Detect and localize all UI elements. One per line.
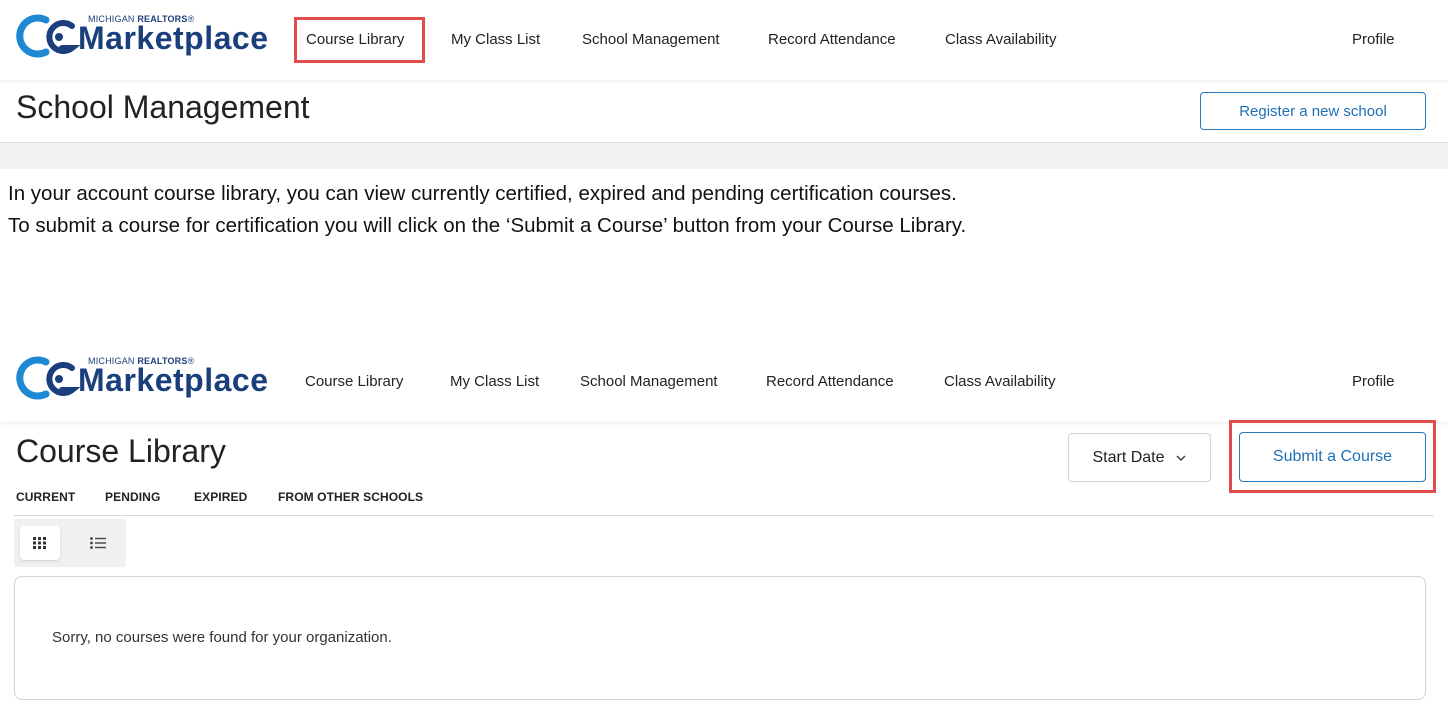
empty-courses-card: Sorry, no courses were found for your or… — [14, 576, 1426, 700]
register-school-button[interactable]: Register a new school — [1200, 92, 1426, 130]
page-title-course-library: Course Library — [16, 433, 226, 469]
instruction-line-2: To submit a course for certification you… — [8, 214, 967, 237]
ce-logo-icon — [16, 356, 80, 400]
nav-class-availability[interactable]: Class Availability — [945, 31, 1056, 48]
top-navbar-second: MICHIGAN REALTORS® Marketplace Course Li… — [0, 342, 1448, 422]
nav-class-availability[interactable]: Class Availability — [944, 373, 1055, 390]
nav-course-library[interactable]: Course Library — [306, 31, 404, 48]
submit-course-button[interactable]: Submit a Course — [1239, 432, 1426, 482]
view-toggle — [14, 519, 126, 567]
nav-course-library[interactable]: Course Library — [305, 373, 403, 390]
logo-wordmark: Marketplace — [78, 362, 269, 398]
empty-state-message: Sorry, no courses were found for your or… — [52, 629, 392, 646]
sort-select-value: Start Date — [1092, 448, 1165, 466]
instruction-line-1: In your account course library, you can … — [8, 182, 957, 205]
ce-marketplace-logo[interactable]: MICHIGAN REALTORS® Marketplace — [16, 10, 272, 70]
grid-view-button[interactable] — [20, 526, 60, 560]
grid-icon — [33, 537, 46, 549]
chevron-down-icon — [1175, 454, 1186, 461]
tabs-divider — [14, 515, 1434, 516]
nav-profile[interactable]: Profile — [1352, 373, 1395, 390]
ce-marketplace-logo[interactable]: MICHIGAN REALTORS® Marketplace — [16, 352, 272, 412]
ce-logo-icon — [16, 14, 80, 58]
nav-record-attendance[interactable]: Record Attendance — [766, 373, 894, 390]
sort-select[interactable]: Start Date — [1068, 433, 1211, 482]
logo-wordmark: Marketplace — [78, 20, 269, 56]
top-navbar: MICHIGAN REALTORS® Marketplace Course Li… — [0, 0, 1448, 80]
nav-school-management[interactable]: School Management — [582, 31, 720, 48]
tab-from-other-schools[interactable]: FROM OTHER SCHOOLS — [278, 490, 423, 504]
nav-my-class-list[interactable]: My Class List — [450, 373, 539, 390]
content-band — [0, 142, 1448, 169]
tab-current[interactable]: CURRENT — [16, 490, 75, 504]
nav-profile[interactable]: Profile — [1352, 31, 1395, 48]
nav-school-management[interactable]: School Management — [580, 373, 718, 390]
tab-expired[interactable]: EXPIRED — [194, 490, 247, 504]
list-view-button[interactable] — [78, 526, 118, 560]
nav-my-class-list[interactable]: My Class List — [451, 31, 540, 48]
instruction-text: In your account course library, you can … — [8, 178, 1444, 242]
tab-pending[interactable]: PENDING — [105, 490, 160, 504]
page-title-school-management: School Management — [16, 89, 310, 125]
nav-record-attendance[interactable]: Record Attendance — [768, 31, 896, 48]
list-icon — [90, 537, 106, 549]
